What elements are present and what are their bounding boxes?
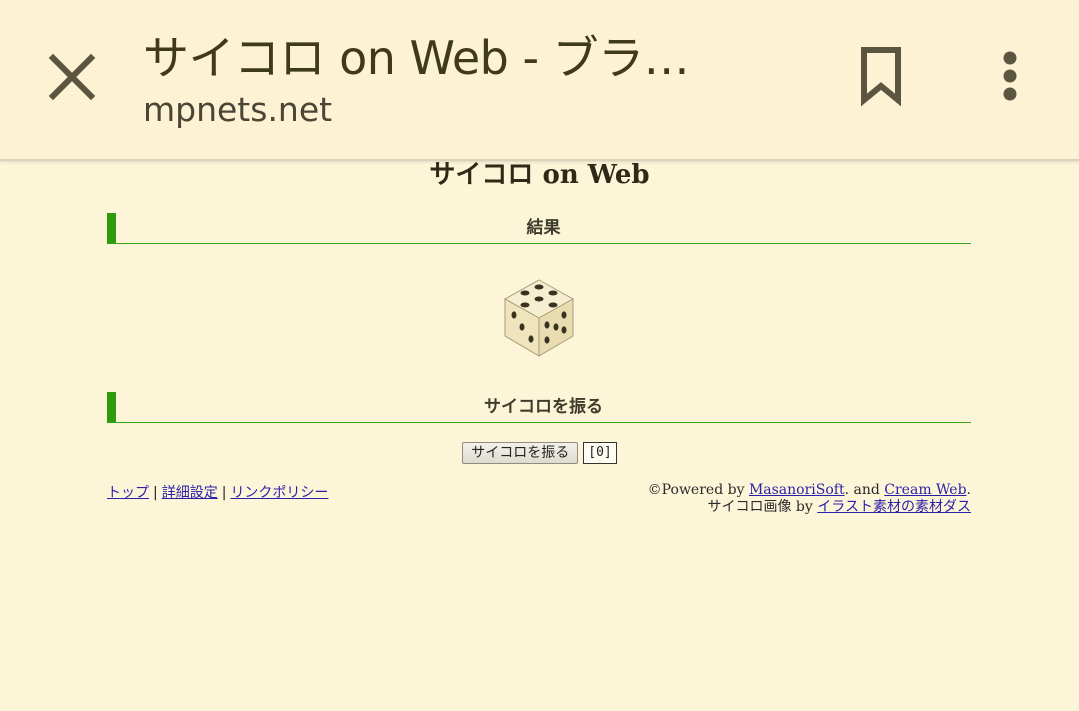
image-credit-label: サイコロ画像 by	[707, 499, 818, 515]
roll-count: [0]	[583, 442, 617, 464]
roll-dice-button[interactable]: サイコロを振る	[462, 442, 579, 464]
image-credit-line: サイコロ画像 by イラスト素材の素材ダス	[648, 499, 971, 516]
masanorisoft-link[interactable]: MasanoriSoft	[749, 482, 845, 498]
page-title-tab: サイコロ on Web - ブラ…	[143, 31, 690, 85]
site-heading: サイコロ on Web	[429, 160, 650, 190]
bookmark-icon[interactable]	[850, 40, 912, 112]
browser-toolbar: サイコロ on Web - ブラ… mpnets.net	[0, 0, 1079, 161]
link-policy-link[interactable]: リンクポリシー	[230, 485, 328, 501]
credits: ©Powered by MasanoriSoft. and Cream Web.…	[648, 482, 971, 516]
page-content: サイコロ on Web 結果 サイコロを振る サイコロを振る [0] トップ |…	[0, 161, 1079, 711]
roll-section-heading: サイコロを振る	[107, 392, 971, 423]
powered-by-label: ©Powered by	[647, 482, 749, 498]
illust-sozai-link[interactable]: イラスト素材の素材ダス	[817, 499, 971, 515]
result-section-heading: 結果	[107, 213, 971, 244]
cream-web-link[interactable]: Cream Web	[884, 482, 966, 498]
separator: |	[221, 485, 227, 501]
settings-link[interactable]: 詳細設定	[162, 485, 218, 501]
and-label: . and	[844, 482, 885, 498]
roll-controls: サイコロを振る [0]	[0, 442, 1079, 466]
footer-nav: トップ | 詳細設定 | リンクポリシー	[107, 482, 328, 502]
top-link[interactable]: トップ	[107, 485, 149, 501]
url-label: mpnets.net	[143, 90, 333, 129]
more-vert-icon[interactable]	[985, 42, 1035, 112]
separator: |	[153, 485, 158, 501]
powered-by-line: ©Powered by MasanoriSoft. and Cream Web.	[648, 482, 971, 499]
dice-image	[502, 278, 576, 358]
period-label: .	[966, 482, 971, 498]
close-icon[interactable]	[40, 45, 104, 109]
